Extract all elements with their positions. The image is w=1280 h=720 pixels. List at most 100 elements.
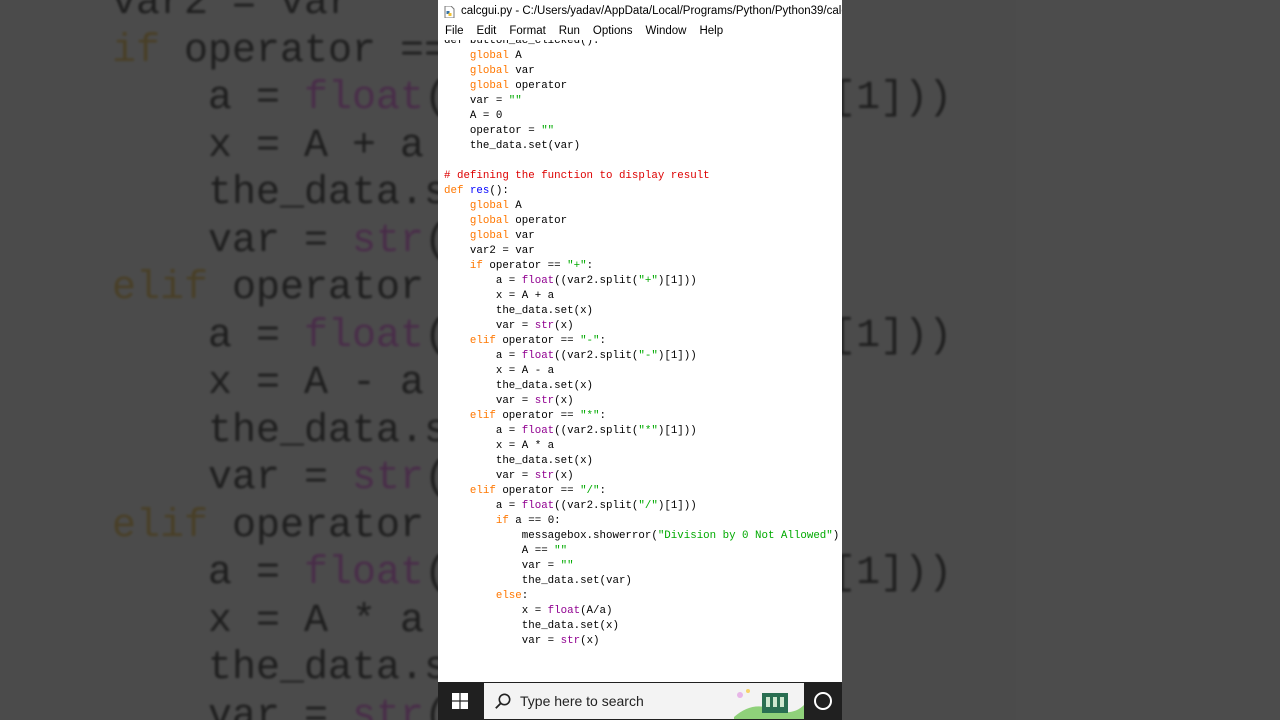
code-line: x = A * a: [444, 439, 839, 454]
code-text[interactable]: def button_ac_clicked(): global A global…: [444, 40, 839, 649]
code-token: "-": [638, 350, 658, 362]
code-line: var2 = var: [444, 244, 839, 259]
code-token: (x): [580, 635, 600, 647]
menu-help[interactable]: Help: [692, 25, 729, 37]
code-token: the_data.set(x): [444, 455, 594, 467]
code-token: the_data.set(var): [444, 140, 581, 152]
code-token: "": [554, 545, 568, 557]
menu-file[interactable]: File: [438, 25, 470, 37]
code-token: a =: [444, 275, 522, 287]
code-line: global var: [444, 64, 839, 79]
code-token: str: [534, 320, 555, 332]
code-token: (x): [554, 470, 574, 482]
code-token: operator ==: [495, 410, 581, 422]
code-token: if: [495, 515, 509, 527]
code-token: ((var2.split(: [554, 275, 639, 287]
code-token: def button_ac_clicked():: [444, 40, 600, 47]
window-title: calcgui.py - C:/Users/yadav/AppData/Loca…: [461, 5, 842, 17]
code-token: ((var2.split(: [554, 350, 639, 362]
menu-run[interactable]: Run: [552, 25, 586, 37]
code-token: :: [521, 590, 529, 602]
menu-window[interactable]: Window: [639, 25, 693, 37]
code-token: ():: [489, 185, 509, 197]
code-token: var2 = var: [444, 245, 535, 257]
code-line: x = A - a: [444, 364, 839, 379]
code-token: global: [469, 65, 509, 77]
code-token: "/": [580, 485, 600, 497]
code-editor[interactable]: def button_ac_clicked(): global A global…: [438, 40, 842, 665]
code-line: var = str(x): [444, 394, 839, 409]
code-token: global: [469, 215, 509, 227]
code-token: operator: [508, 215, 568, 227]
code-token: the_data.set(x): [444, 620, 619, 632]
code-token: A = 0: [444, 110, 503, 122]
code-token: x = A - a: [444, 365, 555, 377]
code-token: :: [599, 410, 607, 422]
code-token: var: [508, 230, 535, 242]
code-token: def: [444, 185, 464, 197]
python-file-icon: [443, 5, 455, 19]
code-token: elif: [469, 485, 496, 497]
code-token: global: [469, 80, 509, 92]
menu-options[interactable]: Options: [586, 25, 639, 37]
code-token: var =: [444, 635, 561, 647]
code-line: messagebox.showerror("Division by 0 Not …: [444, 529, 840, 544]
code-line: global operator: [444, 214, 839, 229]
code-token: :: [599, 335, 607, 347]
menu-format[interactable]: Format: [502, 25, 551, 37]
code-token: var =: [444, 470, 535, 482]
code-token: "+": [567, 260, 587, 272]
code-line: a = float((var2.split("/")[1])): [444, 499, 839, 514]
code-token: var =: [444, 320, 535, 332]
code-line: a = float((var2.split("*")[1])): [444, 424, 839, 439]
code-line: x = A + a: [444, 289, 839, 304]
taskbar-search[interactable]: Type here to search: [484, 683, 804, 719]
menu-bar: File Edit Format Run Options Window Help: [438, 22, 842, 40]
code-line: global A: [444, 49, 839, 64]
code-line: if operator == "+":: [444, 259, 839, 274]
start-button[interactable]: [438, 682, 482, 720]
search-placeholder: Type here to search: [520, 693, 644, 709]
code-line: # defining the function to display resul…: [444, 169, 839, 184]
code-line: var = "": [444, 559, 839, 574]
code-line: A == "": [444, 544, 839, 559]
code-token: x = A * a: [444, 440, 555, 452]
code-token: )[1])): [657, 350, 697, 362]
code-token: (x): [554, 320, 574, 332]
code-token: A ==: [444, 545, 555, 557]
code-line: the_data.set(var): [444, 139, 839, 154]
search-highlight-illustration-icon: [732, 687, 804, 719]
code-line: global var: [444, 229, 839, 244]
code-token: var =: [444, 395, 535, 407]
cortana-icon[interactable]: [814, 692, 832, 710]
code-token: "": [508, 95, 522, 107]
code-token: "*": [580, 410, 600, 422]
code-token: if: [469, 260, 483, 272]
code-line: the_data.set(x): [444, 454, 839, 469]
code-line: def button_ac_clicked():: [444, 40, 839, 49]
code-line: var = str(x): [444, 634, 839, 649]
code-token: :: [599, 485, 607, 497]
code-token: "-": [580, 335, 600, 347]
code-line: def res():: [444, 184, 839, 199]
code-token: a =: [444, 350, 522, 362]
code-line: A = 0: [444, 109, 839, 124]
code-token: var =: [444, 560, 561, 572]
code-token: var: [508, 65, 535, 77]
menu-edit[interactable]: Edit: [470, 25, 503, 37]
code-token: "+": [638, 275, 658, 287]
code-token: )[1])): [657, 275, 697, 287]
code-token: res: [469, 185, 490, 197]
code-token: operator =: [444, 125, 542, 137]
code-token: str: [560, 635, 581, 647]
code-line: var = "": [444, 94, 839, 109]
code-token: var =: [444, 95, 509, 107]
code-token: float: [521, 500, 555, 512]
title-bar[interactable]: calcgui.py - C:/Users/yadav/AppData/Loca…: [438, 0, 842, 22]
code-line: a = float((var2.split("+")[1])): [444, 274, 839, 289]
code-token: a == 0:: [508, 515, 561, 527]
